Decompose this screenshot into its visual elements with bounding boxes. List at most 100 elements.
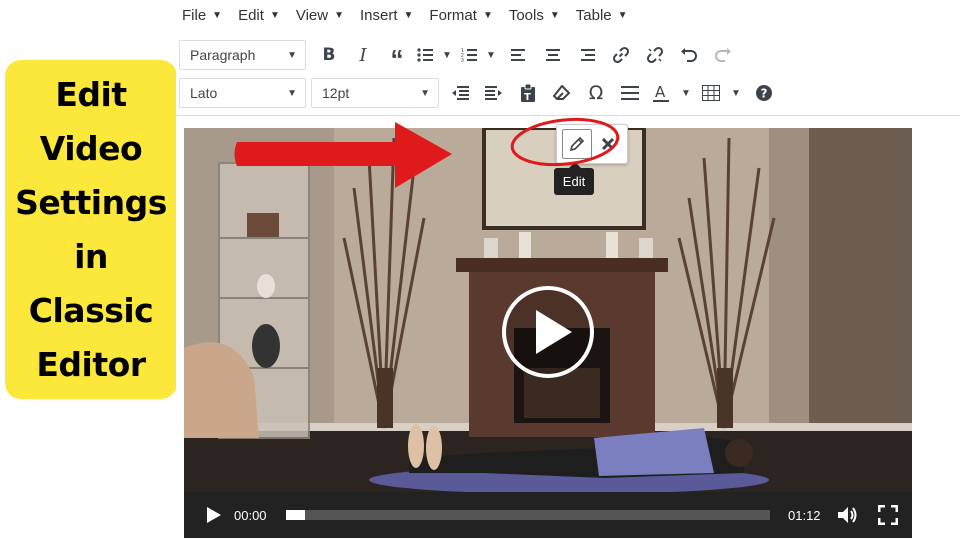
chevron-down-icon: ▼ [269, 9, 280, 21]
chevron-down-icon: ▼ [212, 9, 223, 21]
align-center-button[interactable] [536, 40, 570, 70]
clear-formatting-icon [553, 85, 571, 100]
blockquote-icon: “ [390, 44, 404, 74]
play-button[interactable] [194, 492, 234, 538]
duration: 01:12 [788, 507, 821, 523]
align-right-icon [581, 49, 595, 61]
toolbar-row-1: Paragraph ▼ B I “ ▼ 123 ▼ [176, 36, 960, 74]
text-color-icon: A [653, 83, 669, 102]
editor-toolbar: Paragraph ▼ B I “ ▼ 123 ▼ Lato ▼ 12pt ▼ … [176, 30, 960, 116]
block-format-select[interactable]: Paragraph ▼ [179, 40, 306, 70]
special-character-button[interactable]: Ω [579, 78, 613, 108]
chevron-down-icon: ▼ [287, 49, 297, 61]
help-button[interactable]: ? [747, 78, 781, 108]
chevron-down-icon: ▼ [334, 9, 344, 21]
menu-view[interactable]: View ▼ [296, 7, 344, 24]
play-icon [207, 507, 221, 523]
callout-text: Edit Video Settings in Classic Editor [15, 74, 167, 384]
edit-video-button[interactable] [561, 129, 592, 159]
insert-link-button[interactable] [604, 40, 638, 70]
chevron-down-icon: ▼ [442, 49, 452, 61]
indent-button[interactable] [477, 78, 511, 108]
bullet-list-icon [417, 48, 433, 62]
outdent-icon [452, 86, 469, 100]
link-icon [612, 46, 630, 64]
chevron-down-icon: ▼ [482, 9, 493, 21]
font-size-select[interactable]: 12pt ▼ [311, 78, 439, 108]
table-button[interactable] [697, 78, 725, 108]
current-time: 00:00 [234, 507, 267, 523]
remove-link-button[interactable] [638, 40, 672, 70]
menu-tools[interactable]: Tools ▼ [509, 7, 560, 24]
paste-as-text-button[interactable]: T [511, 78, 545, 108]
numbered-list-dropdown[interactable]: ▼ [480, 40, 502, 70]
blockquote-button[interactable]: “ [380, 40, 414, 74]
redo-icon [715, 48, 731, 62]
svg-text:T: T [524, 92, 531, 102]
fullscreen-button[interactable] [868, 492, 908, 538]
video-player-controls: 00:00 01:12 [184, 492, 912, 538]
video-edit-toolbar [556, 124, 628, 164]
svg-text:?: ? [761, 87, 768, 101]
align-right-button[interactable] [570, 40, 604, 70]
remove-video-button[interactable] [593, 129, 623, 159]
embedded-video[interactable] [184, 128, 912, 538]
paste-as-text-icon: T [521, 84, 535, 102]
menu-insert[interactable]: Insert ▼ [360, 7, 413, 24]
table-dropdown[interactable]: ▼ [725, 78, 747, 108]
svg-text:3: 3 [461, 58, 464, 62]
font-family-select[interactable]: Lato ▼ [179, 78, 306, 108]
align-left-button[interactable] [502, 40, 536, 70]
menu-bar: File ▼ Edit ▼ View ▼ Insert ▼ Format ▼ Tools ▼… [176, 0, 960, 30]
horizontal-line-icon [621, 86, 639, 100]
undo-icon [681, 48, 697, 62]
chevron-down-icon: ▼ [617, 9, 628, 21]
chevron-down-icon: ▼ [549, 9, 560, 21]
align-left-icon [511, 49, 525, 61]
chevron-down-icon: ▼ [681, 87, 691, 99]
menu-table[interactable]: Table ▼ [576, 7, 628, 24]
table-icon [702, 85, 720, 101]
numbered-list-icon: 123 [461, 48, 477, 62]
unlink-icon [646, 46, 664, 64]
align-center-icon [546, 49, 560, 61]
chevron-down-icon: ▼ [731, 87, 741, 99]
progress-fill [286, 510, 306, 520]
italic-icon: I [359, 44, 367, 66]
chevron-down-icon: ▼ [486, 49, 496, 61]
numbered-list-button[interactable]: 123 [458, 40, 480, 70]
undo-button[interactable] [672, 40, 706, 70]
redo-button[interactable] [706, 40, 740, 70]
menu-file[interactable]: File ▼ [182, 7, 222, 24]
volume-button[interactable] [828, 492, 868, 538]
menu-edit[interactable]: Edit ▼ [238, 7, 280, 24]
fullscreen-icon [878, 505, 898, 525]
chevron-down-icon: ▼ [420, 87, 430, 99]
pencil-icon [569, 136, 584, 152]
bullet-list-dropdown[interactable]: ▼ [436, 40, 458, 70]
menu-format[interactable]: Format ▼ [429, 7, 492, 24]
bullet-list-button[interactable] [414, 40, 436, 70]
bold-icon: B [322, 45, 336, 65]
indent-icon [485, 86, 502, 100]
bold-button[interactable]: B [312, 40, 346, 70]
volume-icon [838, 507, 857, 523]
horizontal-line-button[interactable] [613, 78, 647, 108]
special-character-icon: Ω [588, 82, 604, 104]
clear-formatting-button[interactable] [545, 78, 579, 108]
close-icon [601, 137, 614, 151]
classic-editor: File ▼ Edit ▼ View ▼ Insert ▼ Format ▼ Tools ▼… [176, 0, 960, 540]
toolbar-row-2: Lato ▼ 12pt ▼ T Ω A ▼ ▼ ? [176, 74, 960, 112]
help-icon: ? [756, 85, 772, 101]
text-color-dropdown[interactable]: ▼ [675, 78, 697, 108]
chevron-down-icon: ▼ [403, 9, 414, 21]
title-callout: Edit Video Settings in Classic Editor [5, 60, 177, 399]
video-frame-image [184, 128, 912, 538]
progress-bar[interactable] [286, 510, 770, 520]
svg-text:A: A [655, 83, 666, 101]
edit-tooltip: Edit [554, 162, 594, 195]
text-color-button[interactable]: A [647, 78, 675, 108]
chevron-down-icon: ▼ [287, 87, 297, 99]
italic-button[interactable]: I [346, 40, 380, 70]
outdent-button[interactable] [443, 78, 477, 108]
